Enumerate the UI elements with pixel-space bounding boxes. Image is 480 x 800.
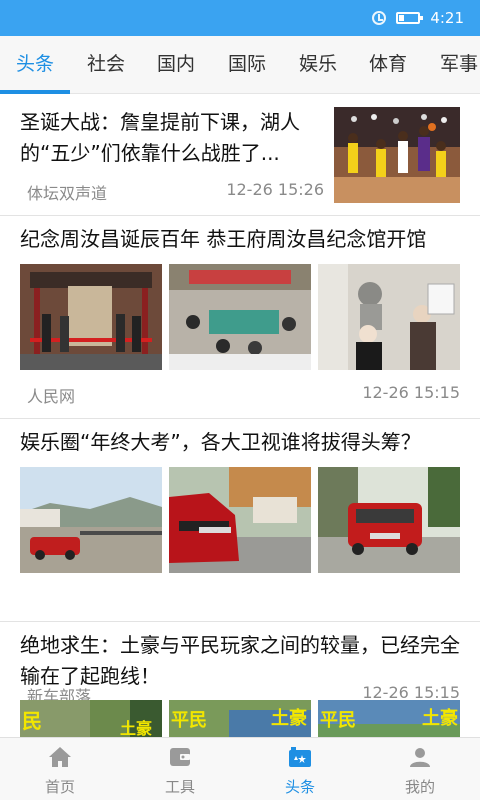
image-caption: 平民 — [171, 710, 207, 730]
article-image[interactable]: 平民 土豪 — [169, 700, 311, 737]
nav-label: 头条 — [284, 778, 315, 796]
tab-sports[interactable]: 体育 — [369, 36, 407, 93]
category-tabs: 头条 社会 国内 国际 娱乐 体育 军事 — [0, 36, 480, 94]
nav-tools[interactable]: 工具 — [120, 738, 240, 800]
article-source: 体坛双声道 — [27, 184, 108, 203]
alarm-icon — [372, 11, 387, 25]
article-title[interactable]: 纪念周汝昌诞辰百年 恭王府周汝昌纪念馆开馆 — [20, 224, 470, 255]
article-image[interactable] — [20, 467, 162, 573]
article-title[interactable]: 娱乐圈“年终大考”，各大卫视谁将拔得头筹？ — [20, 427, 470, 458]
battery-level — [399, 15, 405, 21]
user-icon — [410, 748, 430, 767]
article-image[interactable] — [20, 264, 162, 370]
image-caption: 土豪 — [422, 707, 458, 728]
nav-home[interactable]: 首页 — [0, 738, 120, 800]
image-caption: 民 — [22, 711, 42, 733]
tab-entertainment[interactable]: 娱乐 — [299, 36, 337, 93]
tab-domestic[interactable]: 国内 — [157, 36, 195, 93]
article-image[interactable]: 民 土豪 — [20, 700, 162, 737]
article-image[interactable] — [169, 264, 311, 370]
meeting-room-photo — [169, 264, 311, 370]
game-screenshot-1: 民 土豪 — [20, 700, 162, 737]
tab-military[interactable]: 军事 — [440, 36, 478, 93]
headline-icon — [289, 747, 311, 767]
article-time: 12-26 15:15 — [362, 383, 460, 402]
exhibition-bust-photo — [318, 264, 460, 370]
tab-society[interactable]: 社会 — [87, 36, 125, 93]
article-title[interactable]: 绝地求生：土豪与平民玩家之间的较量，已经完全输在了起跑线！ — [20, 630, 470, 692]
game-screenshot-2: 平民 土豪 — [169, 700, 311, 737]
article-image[interactable] — [318, 467, 460, 573]
red-suv-front-photo — [169, 467, 311, 573]
article-item[interactable]: 圣诞大战：詹皇提前下课，湖人的“五少”们依靠什么战胜了... 体坛双声道 12-… — [0, 95, 480, 216]
red-suv-street-photo — [318, 467, 460, 573]
article-source: 人民网 — [27, 387, 76, 406]
article-image[interactable] — [318, 264, 460, 370]
bottom-nav: 首页 工具 头条 我的 — [0, 737, 480, 800]
article-item[interactable]: 纪念周汝昌诞辰百年 恭王府周汝昌纪念馆开馆 人民网 12-26 15:15 — [0, 216, 480, 419]
tab-international[interactable]: 国际 — [228, 36, 266, 93]
article-item[interactable]: 绝地求生：土豪与平民玩家之间的较量，已经完全输在了起跑线！ 民 土豪 平民 土豪 — [0, 622, 480, 737]
red-suv-village-photo — [20, 467, 162, 573]
image-caption: 土豪 — [271, 707, 307, 728]
article-time: 12-26 15:26 — [226, 180, 324, 199]
article-item[interactable]: 娱乐圈“年终大考”，各大卫视谁将拔得头筹？ 新车部落 12-26 15:15 — [0, 419, 480, 706]
image-caption: 平民 — [320, 710, 356, 730]
nav-label: 工具 — [164, 778, 195, 796]
battery-icon — [396, 12, 424, 24]
image-caption: 土豪 — [120, 719, 152, 737]
article-image[interactable]: 平民 土豪 — [318, 700, 460, 737]
nav-mine[interactable]: 我的 — [360, 738, 480, 800]
article-image[interactable] — [169, 467, 311, 573]
game-screenshot-3: 平民 土豪 — [318, 700, 460, 737]
status-time: 4:21 — [430, 9, 464, 27]
home-icon — [49, 747, 71, 767]
tab-headline[interactable]: 头条 — [16, 36, 54, 93]
basketball-game-photo — [334, 107, 460, 203]
wallet-icon — [170, 748, 190, 766]
nav-label: 首页 — [44, 778, 75, 796]
nav-headline[interactable]: 头条 — [240, 738, 360, 800]
article-title[interactable]: 圣诞大战：詹皇提前下课，湖人的“五少”们依靠什么战胜了... — [20, 107, 320, 169]
news-feed[interactable]: 圣诞大战：詹皇提前下课，湖人的“五少”们依靠什么战胜了... 体坛双声道 12-… — [0, 95, 480, 737]
article-image[interactable] — [334, 107, 460, 203]
nav-label: 我的 — [404, 778, 435, 796]
status-right: 4:21 — [372, 0, 464, 36]
active-tab-indicator — [0, 90, 70, 94]
status-bar: 4:21 — [0, 0, 480, 36]
ribbon-cutting-photo — [20, 264, 162, 370]
